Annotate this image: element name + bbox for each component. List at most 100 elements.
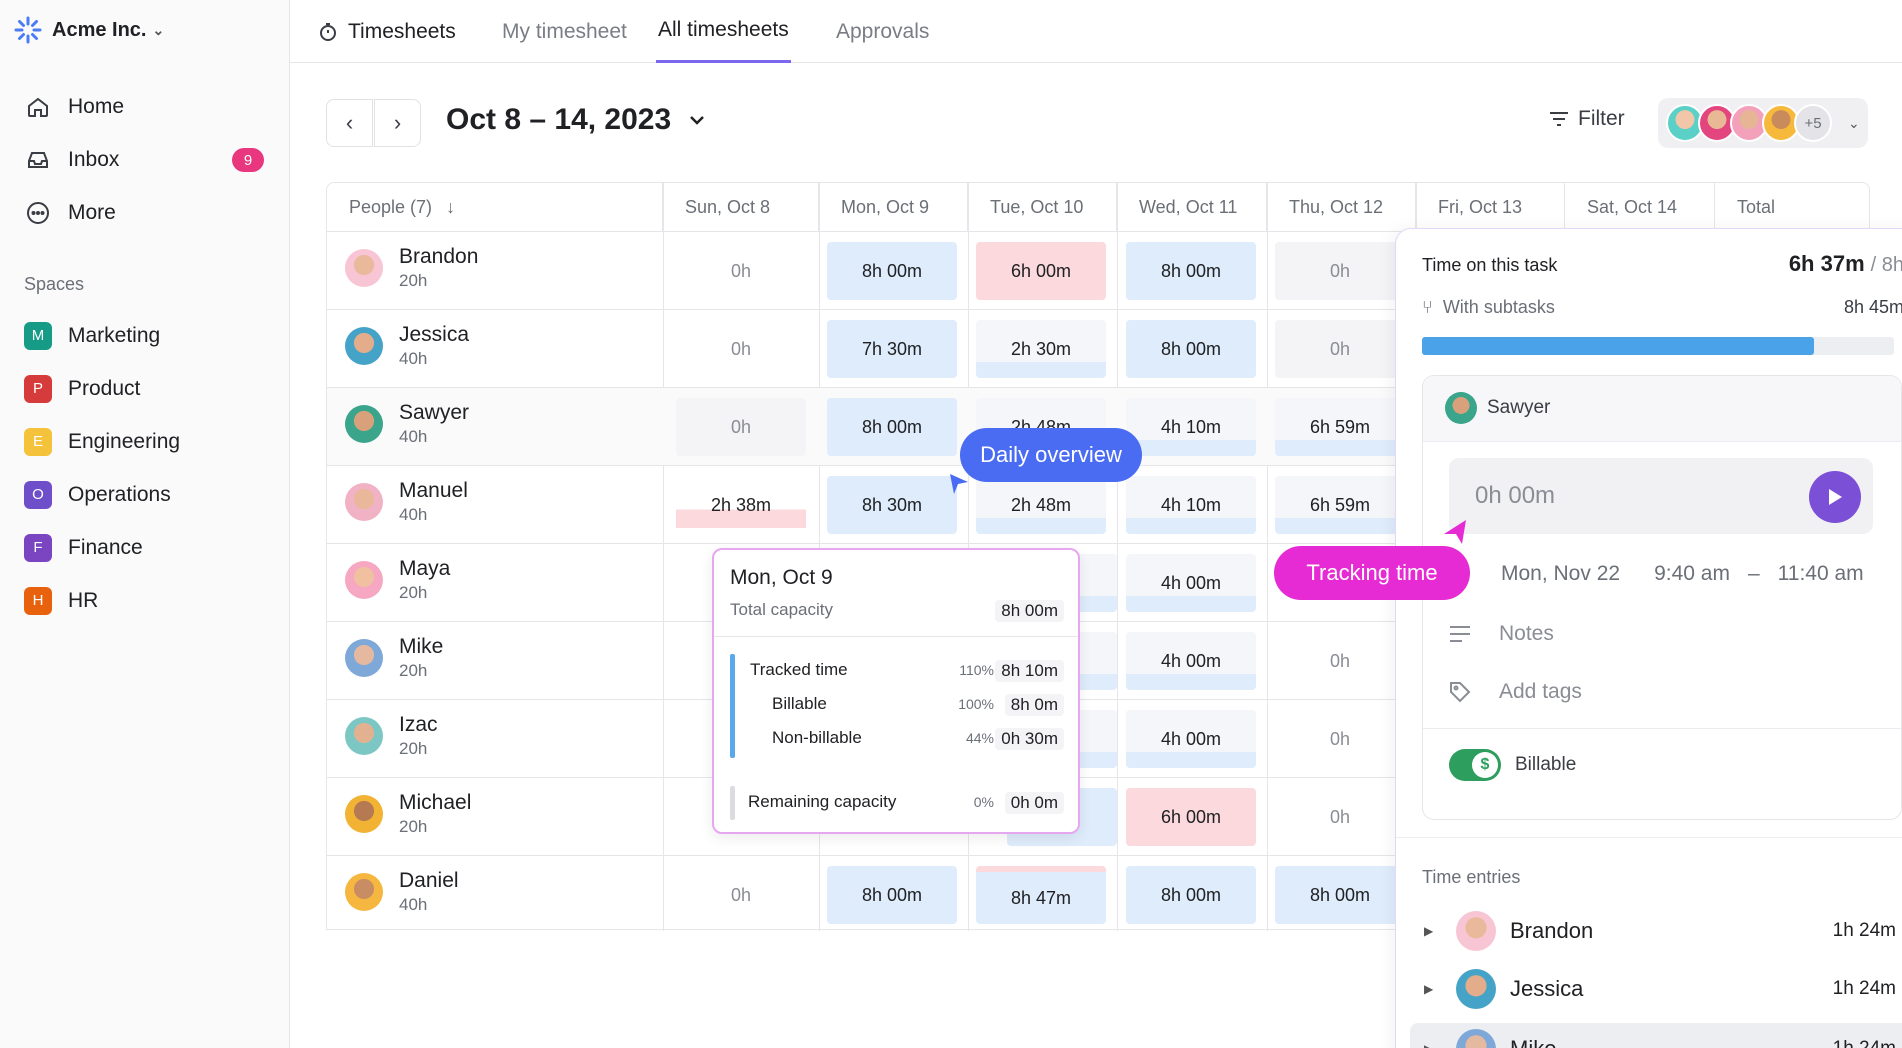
- space-hr[interactable]: H HR: [24, 574, 180, 627]
- dollar-icon: $: [1472, 752, 1498, 778]
- subtasks-label: With subtasks: [1442, 297, 1555, 317]
- nonbillable-value: 0h 30m: [995, 728, 1064, 750]
- more-people-count: +5: [1794, 104, 1832, 142]
- time-cell[interactable]: 0h: [676, 398, 806, 456]
- time-cell[interactable]: 6h 00m: [976, 242, 1106, 300]
- time-cell[interactable]: 8h 00m: [1275, 866, 1405, 924]
- tab-approvals[interactable]: Approvals: [836, 0, 929, 63]
- start-timer-button[interactable]: [1809, 471, 1861, 523]
- header-day: Thu, Oct 12: [1267, 183, 1416, 231]
- time-cell[interactable]: 6h 59m: [1275, 398, 1405, 456]
- billable-value: 8h 0m: [1004, 694, 1064, 716]
- space-marketing[interactable]: M Marketing: [24, 309, 180, 362]
- time-cell[interactable]: 0h: [1275, 632, 1405, 690]
- space-operations[interactable]: O Operations: [24, 468, 180, 521]
- avatar: [345, 873, 383, 911]
- space-finance[interactable]: F Finance: [24, 521, 180, 574]
- avatar: [1445, 392, 1477, 424]
- nav-more[interactable]: More: [24, 186, 264, 239]
- workspace-switcher[interactable]: Acme Inc. ⌄: [14, 14, 164, 46]
- tab-timesheets-label: Timesheets: [348, 19, 456, 43]
- billable-toggle-label: Billable: [1515, 754, 1577, 775]
- date-range-picker[interactable]: Oct 8 – 14, 2023: [446, 103, 705, 137]
- entry-name: Brandon: [1510, 918, 1594, 943]
- time-cell[interactable]: 8h 00m: [827, 398, 957, 456]
- person: Daniel 40h: [345, 868, 459, 916]
- time-cell[interactable]: 8h 00m: [1126, 242, 1256, 300]
- person-hours: 40h: [399, 349, 428, 368]
- tab-my-timesheet[interactable]: My timesheet: [502, 0, 627, 63]
- tab-all-timesheets[interactable]: All timesheets: [656, 0, 791, 63]
- time-range[interactable]: Mon, Nov 22 9:40 am – 11:40 am: [1501, 562, 1864, 586]
- person-name: Daniel: [399, 869, 459, 892]
- time-cell[interactable]: 0h: [676, 866, 806, 924]
- header-day: Tue, Oct 10: [968, 183, 1117, 231]
- workspace-logo-icon: [14, 16, 42, 44]
- time-cell[interactable]: 4h 10m: [1126, 476, 1256, 534]
- remaining-label: Remaining capacity: [748, 792, 897, 811]
- time-cell[interactable]: 0h: [1275, 788, 1405, 846]
- time-cell[interactable]: 8h 00m: [1126, 866, 1256, 924]
- person-name: Maya: [399, 557, 451, 580]
- person-hours: 20h: [399, 583, 428, 602]
- time-cell[interactable]: 8h 00m: [1126, 320, 1256, 378]
- nav-inbox[interactable]: Inbox 9: [24, 133, 264, 186]
- subtasks-time: 8h 45m: [1843, 297, 1902, 317]
- next-week-button[interactable]: ›: [374, 99, 421, 147]
- time-cell[interactable]: 0h: [1275, 242, 1405, 300]
- time-cell[interactable]: 8h 00m: [827, 242, 957, 300]
- daily-overview-card: Mon, Oct 9 Total capacity 8h 00m Tracked…: [712, 548, 1080, 834]
- timer-value: 0h 00m: [1475, 482, 1556, 509]
- time-cell[interactable]: 4h 00m: [1126, 632, 1256, 690]
- time-cell[interactable]: 0h: [676, 320, 806, 378]
- header-people[interactable]: People (7) ↓: [327, 183, 663, 231]
- space-product[interactable]: P Product: [24, 362, 180, 415]
- person-name: Brandon: [399, 245, 479, 268]
- space-label: Marketing: [68, 323, 161, 347]
- time-cell[interactable]: 6h 00m: [1126, 788, 1256, 846]
- time-cell[interactable]: 8h 47m: [976, 866, 1106, 924]
- time-cell[interactable]: 2h 30m: [976, 320, 1106, 378]
- people-selector[interactable]: +5 ⌄: [1658, 98, 1868, 148]
- main-nav: Home Inbox 9 More: [24, 80, 264, 239]
- space-engineering[interactable]: E Engineering: [24, 415, 180, 468]
- person: Izac 20h: [345, 712, 438, 760]
- time-cell[interactable]: 0h: [1275, 320, 1405, 378]
- time-cell[interactable]: 0h: [1275, 710, 1405, 768]
- time-cell[interactable]: 2h 38m: [676, 476, 806, 534]
- time-cell[interactable]: 8h 00m: [827, 866, 957, 924]
- time-cell[interactable]: 4h 10m: [1126, 398, 1256, 456]
- nav-home[interactable]: Home: [24, 80, 264, 133]
- person-name: Manuel: [399, 479, 468, 502]
- billable-label: Billable: [772, 694, 827, 713]
- time-entry-row[interactable]: ▶ Brandon 1h 24m: [1424, 911, 1896, 951]
- filter-button[interactable]: Filter: [1548, 107, 1625, 131]
- timer-input[interactable]: 0h 00m: [1449, 458, 1873, 534]
- time-entry-row[interactable]: ▶ Mike 1h 24m: [1424, 1029, 1896, 1048]
- time-cell[interactable]: 0h: [676, 242, 806, 300]
- capacity-label: Total capacity: [730, 600, 833, 619]
- inbox-icon: [24, 146, 52, 174]
- person: Sawyer 40h: [345, 400, 469, 448]
- time-cell[interactable]: 2h 48m: [976, 476, 1106, 534]
- space-avatar: E: [24, 427, 52, 456]
- person-name: Sawyer: [399, 401, 470, 424]
- tags-field[interactable]: Add tags: [1449, 680, 1582, 704]
- billable-toggle[interactable]: $: [1449, 749, 1501, 781]
- card-date: Mon, Oct 9: [730, 566, 833, 589]
- top-tab-bar: Timesheets My timesheet All timesheets A…: [290, 0, 1902, 63]
- space-avatar: P: [24, 374, 52, 403]
- time-cell[interactable]: 6h 59m: [1275, 476, 1405, 534]
- notes-field[interactable]: Notes: [1449, 622, 1554, 646]
- time-cell[interactable]: 4h 00m: [1126, 554, 1256, 612]
- time-cell[interactable]: 4h 00m: [1126, 710, 1256, 768]
- time-entry-row[interactable]: ▶ Jessica 1h 24m: [1424, 969, 1896, 1009]
- person-name: Mike: [399, 635, 444, 658]
- tab-timesheets[interactable]: Timesheets: [318, 0, 456, 63]
- time-cell[interactable]: 7h 30m: [827, 320, 957, 378]
- time-cell[interactable]: 8h 30m: [827, 476, 957, 534]
- editor-user[interactable]: Sawyer: [1445, 392, 1550, 424]
- task-time-value: 6h 37m: [1788, 251, 1865, 276]
- space-avatar: F: [24, 533, 52, 562]
- previous-week-button[interactable]: ‹: [326, 99, 373, 147]
